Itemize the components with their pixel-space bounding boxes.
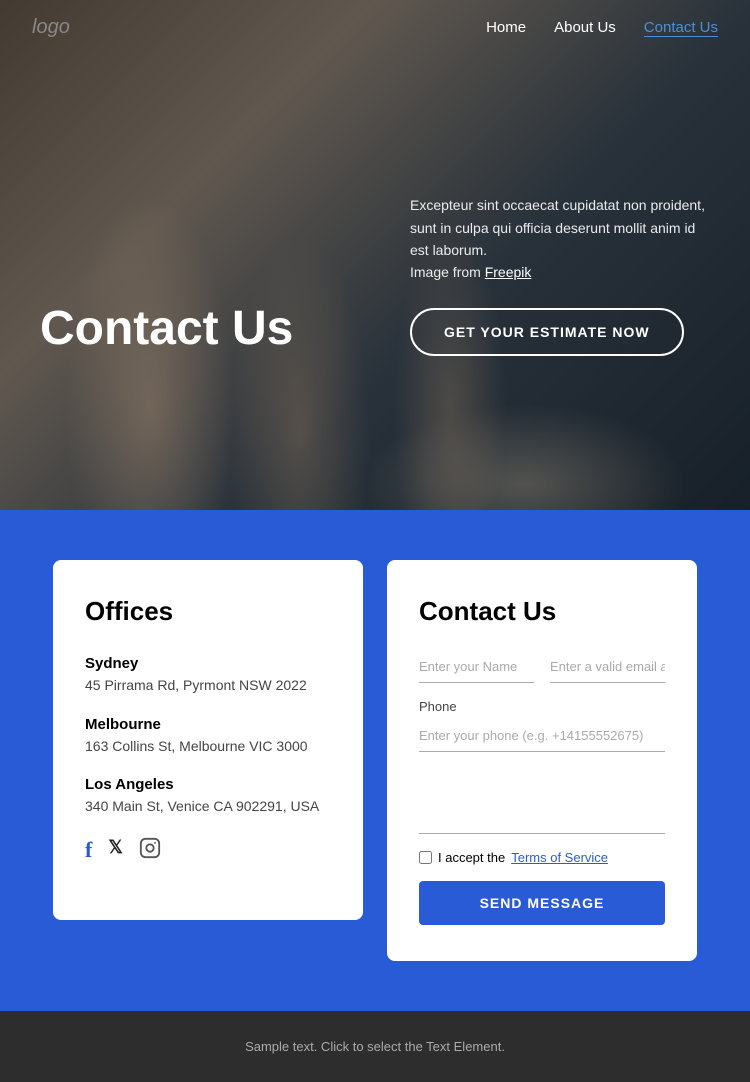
terms-checkbox[interactable]: [419, 851, 432, 864]
offices-title: Offices: [85, 596, 331, 627]
terms-link[interactable]: Terms of Service: [511, 850, 608, 865]
footer: Sample text. Click to select the Text El…: [0, 1011, 750, 1082]
phone-group: Phone: [419, 699, 665, 752]
nav-about[interactable]: About Us: [554, 19, 616, 37]
phone-input[interactable]: [419, 720, 665, 752]
office-city-la: Los Angeles: [85, 776, 331, 793]
office-addr-la: 340 Main St, Venice CA 902291, USA: [85, 797, 331, 817]
freepik-link[interactable]: Freepik: [485, 264, 532, 280]
terms-text: I accept the: [438, 850, 505, 865]
info-section: Offices Sydney 45 Pirrama Rd, Pyrmont NS…: [0, 510, 750, 1011]
office-addr-sydney: 45 Pirrama Rd, Pyrmont NSW 2022: [85, 676, 331, 696]
office-city-melbourne: Melbourne: [85, 716, 331, 733]
footer-text[interactable]: Sample text. Click to select the Text El…: [245, 1039, 505, 1054]
email-input[interactable]: [550, 651, 665, 683]
name-input[interactable]: [419, 651, 534, 683]
navigation: logo Home About Us Contact Us: [0, 0, 750, 55]
nav-contact[interactable]: Contact Us: [644, 19, 718, 37]
contact-form-title: Contact Us: [419, 596, 665, 627]
message-input[interactable]: [419, 764, 665, 834]
nav-links: Home About Us Contact Us: [486, 19, 718, 37]
office-city-sydney: Sydney: [85, 655, 331, 672]
office-melbourne: Melbourne 163 Collins St, Melbourne VIC …: [85, 716, 331, 757]
name-email-row: [419, 651, 665, 683]
office-sydney: Sydney 45 Pirrama Rd, Pyrmont NSW 2022: [85, 655, 331, 696]
estimate-button[interactable]: GET YOUR ESTIMATE NOW: [410, 308, 684, 356]
nav-home[interactable]: Home: [486, 19, 526, 37]
logo: logo: [32, 16, 70, 39]
message-group: [419, 764, 665, 834]
x-twitter-icon[interactable]: 𝕏: [108, 837, 123, 865]
facebook-icon[interactable]: f: [85, 837, 92, 865]
hero-content: Contact Us Excepteur sint occaecat cupid…: [0, 114, 750, 396]
offices-card: Offices Sydney 45 Pirrama Rd, Pyrmont NS…: [53, 560, 363, 920]
hero-description: Excepteur sint occaecat cupidatat non pr…: [410, 194, 710, 284]
instagram-icon[interactable]: [139, 837, 161, 865]
social-icons: f 𝕏: [85, 837, 331, 865]
hero-left: Contact Us: [40, 303, 293, 356]
email-group: [550, 651, 665, 683]
name-group: [419, 651, 534, 683]
hero-section: Contact Us Excepteur sint occaecat cupid…: [0, 0, 750, 510]
hero-title: Contact Us: [40, 303, 293, 356]
send-button[interactable]: SEND MESSAGE: [419, 881, 665, 925]
terms-row: I accept the Terms of Service: [419, 850, 665, 865]
phone-label: Phone: [419, 699, 665, 714]
hero-right: Excepteur sint occaecat cupidatat non pr…: [410, 194, 710, 356]
contact-card: Contact Us Phone I accept the Terms of S…: [387, 560, 697, 961]
office-addr-melbourne: 163 Collins St, Melbourne VIC 3000: [85, 737, 331, 757]
office-losangeles: Los Angeles 340 Main St, Venice CA 90229…: [85, 776, 331, 817]
